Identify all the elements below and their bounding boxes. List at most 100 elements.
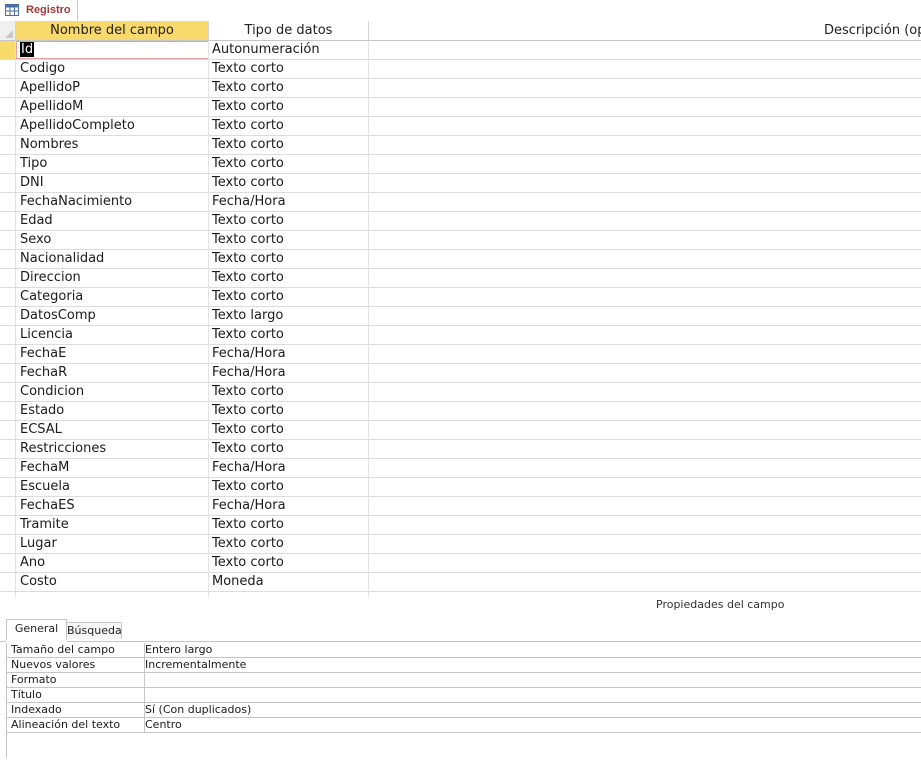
data-type-cell[interactable]: Texto largo [209, 307, 369, 325]
data-type-cell[interactable]: Texto corto [209, 440, 369, 458]
row-selector[interactable] [0, 516, 16, 534]
field-row[interactable]: Ano Texto corto [0, 554, 921, 573]
tab-general[interactable]: General [6, 619, 67, 640]
field-name-cell[interactable]: Nacionalidad [16, 250, 209, 268]
field-name-cell[interactable]: Direccion [16, 269, 209, 287]
description-cell[interactable] [369, 440, 921, 458]
data-type-cell[interactable]: Texto corto [209, 79, 369, 97]
field-row[interactable]: DatosComp Texto largo [0, 307, 921, 326]
property-row[interactable]: Tamaño del campo Entero largo [6, 643, 921, 658]
column-header-data-type[interactable]: Tipo de datos [209, 21, 369, 40]
field-row[interactable]: Nacionalidad Texto corto [0, 250, 921, 269]
data-type-cell[interactable]: Texto corto [209, 174, 369, 192]
description-cell[interactable] [369, 269, 921, 287]
field-row[interactable]: FechaNacimiento Fecha/Hora [0, 193, 921, 212]
row-selector[interactable] [0, 288, 16, 306]
row-selector[interactable] [0, 383, 16, 401]
property-row[interactable]: Título [6, 688, 921, 703]
field-row[interactable]: FechaES Fecha/Hora [0, 497, 921, 516]
field-row[interactable]: Tramite Texto corto [0, 516, 921, 535]
property-row[interactable]: Indexado Sí (Con duplicados) [6, 703, 921, 718]
data-type-cell[interactable]: Texto corto [209, 98, 369, 116]
field-row[interactable]: ApellidoM Texto corto [0, 98, 921, 117]
field-row[interactable]: Costo Moneda [0, 573, 921, 592]
row-selector[interactable] [0, 155, 16, 173]
data-type-cell[interactable]: Fecha/Hora [209, 193, 369, 211]
data-type-cell[interactable]: Texto corto [209, 554, 369, 572]
data-type-cell[interactable]: Texto corto [209, 117, 369, 135]
field-row[interactable]: Categoria Texto corto [0, 288, 921, 307]
description-cell[interactable] [369, 231, 921, 249]
row-selector[interactable] [0, 554, 16, 572]
data-type-cell[interactable]: Texto corto [209, 516, 369, 534]
document-tab-registro[interactable]: Registro [0, 0, 78, 21]
field-row[interactable]: Restricciones Texto corto [0, 440, 921, 459]
field-name-cell[interactable]: Id [16, 41, 209, 59]
description-cell[interactable] [369, 41, 921, 59]
field-name-cell[interactable]: Sexo [16, 231, 209, 249]
row-selector[interactable] [0, 193, 16, 211]
property-value[interactable]: Sí (Con duplicados) [144, 703, 921, 717]
description-cell[interactable] [369, 288, 921, 306]
field-name-cell[interactable]: FechaNacimiento [16, 193, 209, 211]
data-type-cell[interactable]: Fecha/Hora [209, 345, 369, 363]
property-row[interactable]: Alineación del texto Centro [6, 718, 921, 733]
data-type-cell[interactable]: Texto corto [209, 288, 369, 306]
data-type-cell[interactable]: Texto corto [209, 402, 369, 420]
data-type-cell[interactable]: Texto corto [209, 250, 369, 268]
select-all-corner[interactable] [0, 21, 16, 40]
row-selector[interactable] [0, 478, 16, 496]
description-cell[interactable] [369, 345, 921, 363]
field-row[interactable]: ApellidoCompleto Texto corto [0, 117, 921, 136]
data-type-cell[interactable]: Fecha/Hora [209, 459, 369, 477]
field-name-cell[interactable]: ApellidoM [16, 98, 209, 116]
field-row[interactable]: ECSAL Texto corto [0, 421, 921, 440]
row-selector[interactable] [0, 212, 16, 230]
field-name-cell[interactable]: DatosComp [16, 307, 209, 325]
row-selector[interactable] [0, 117, 16, 135]
description-cell[interactable] [369, 573, 921, 591]
description-cell[interactable] [369, 497, 921, 515]
description-cell[interactable] [369, 155, 921, 173]
description-cell[interactable] [369, 307, 921, 325]
field-name-cell[interactable]: Categoria [16, 288, 209, 306]
field-row[interactable]: FechaE Fecha/Hora [0, 345, 921, 364]
row-selector[interactable] [0, 174, 16, 192]
data-type-cell[interactable]: Moneda [209, 573, 369, 591]
description-cell[interactable] [369, 459, 921, 477]
field-row[interactable]: Nombres Texto corto [0, 136, 921, 155]
field-row[interactable]: ApellidoP Texto corto [0, 79, 921, 98]
row-selector[interactable] [0, 60, 16, 78]
description-cell[interactable] [369, 98, 921, 116]
description-cell[interactable] [369, 117, 921, 135]
field-name-cell[interactable]: ApellidoP [16, 79, 209, 97]
data-type-cell[interactable]: Texto corto [209, 421, 369, 439]
field-name-cell[interactable]: FechaM [16, 459, 209, 477]
field-name-cell[interactable]: Ano [16, 554, 209, 572]
data-type-cell[interactable]: Texto corto [209, 136, 369, 154]
field-row[interactable]: Lugar Texto corto [0, 535, 921, 554]
field-name-cell[interactable]: DNI [16, 174, 209, 192]
column-header-field-name[interactable]: Nombre del campo [16, 21, 209, 40]
field-row[interactable]: Direccion Texto corto [0, 269, 921, 288]
field-name-cell[interactable]: FechaES [16, 497, 209, 515]
field-name-cell[interactable]: FechaR [16, 364, 209, 382]
row-selector[interactable] [0, 421, 16, 439]
field-row[interactable]: FechaM Fecha/Hora [0, 459, 921, 478]
data-type-cell[interactable]: Texto corto [209, 535, 369, 553]
description-cell[interactable] [369, 383, 921, 401]
description-cell[interactable] [369, 193, 921, 211]
data-type-cell[interactable]: Texto corto [209, 478, 369, 496]
property-value[interactable]: Centro [144, 718, 921, 732]
row-selector[interactable] [0, 79, 16, 97]
field-name-cell[interactable]: Codigo [16, 60, 209, 78]
row-selector[interactable] [0, 402, 16, 420]
row-selector[interactable] [0, 41, 16, 59]
data-type-cell[interactable]: Texto corto [209, 383, 369, 401]
field-name-cell[interactable]: Estado [16, 402, 209, 420]
row-selector[interactable] [0, 250, 16, 268]
field-row[interactable]: DNI Texto corto [0, 174, 921, 193]
description-cell[interactable] [369, 402, 921, 420]
field-name-cell[interactable]: ApellidoCompleto [16, 117, 209, 135]
row-selector[interactable] [0, 535, 16, 553]
